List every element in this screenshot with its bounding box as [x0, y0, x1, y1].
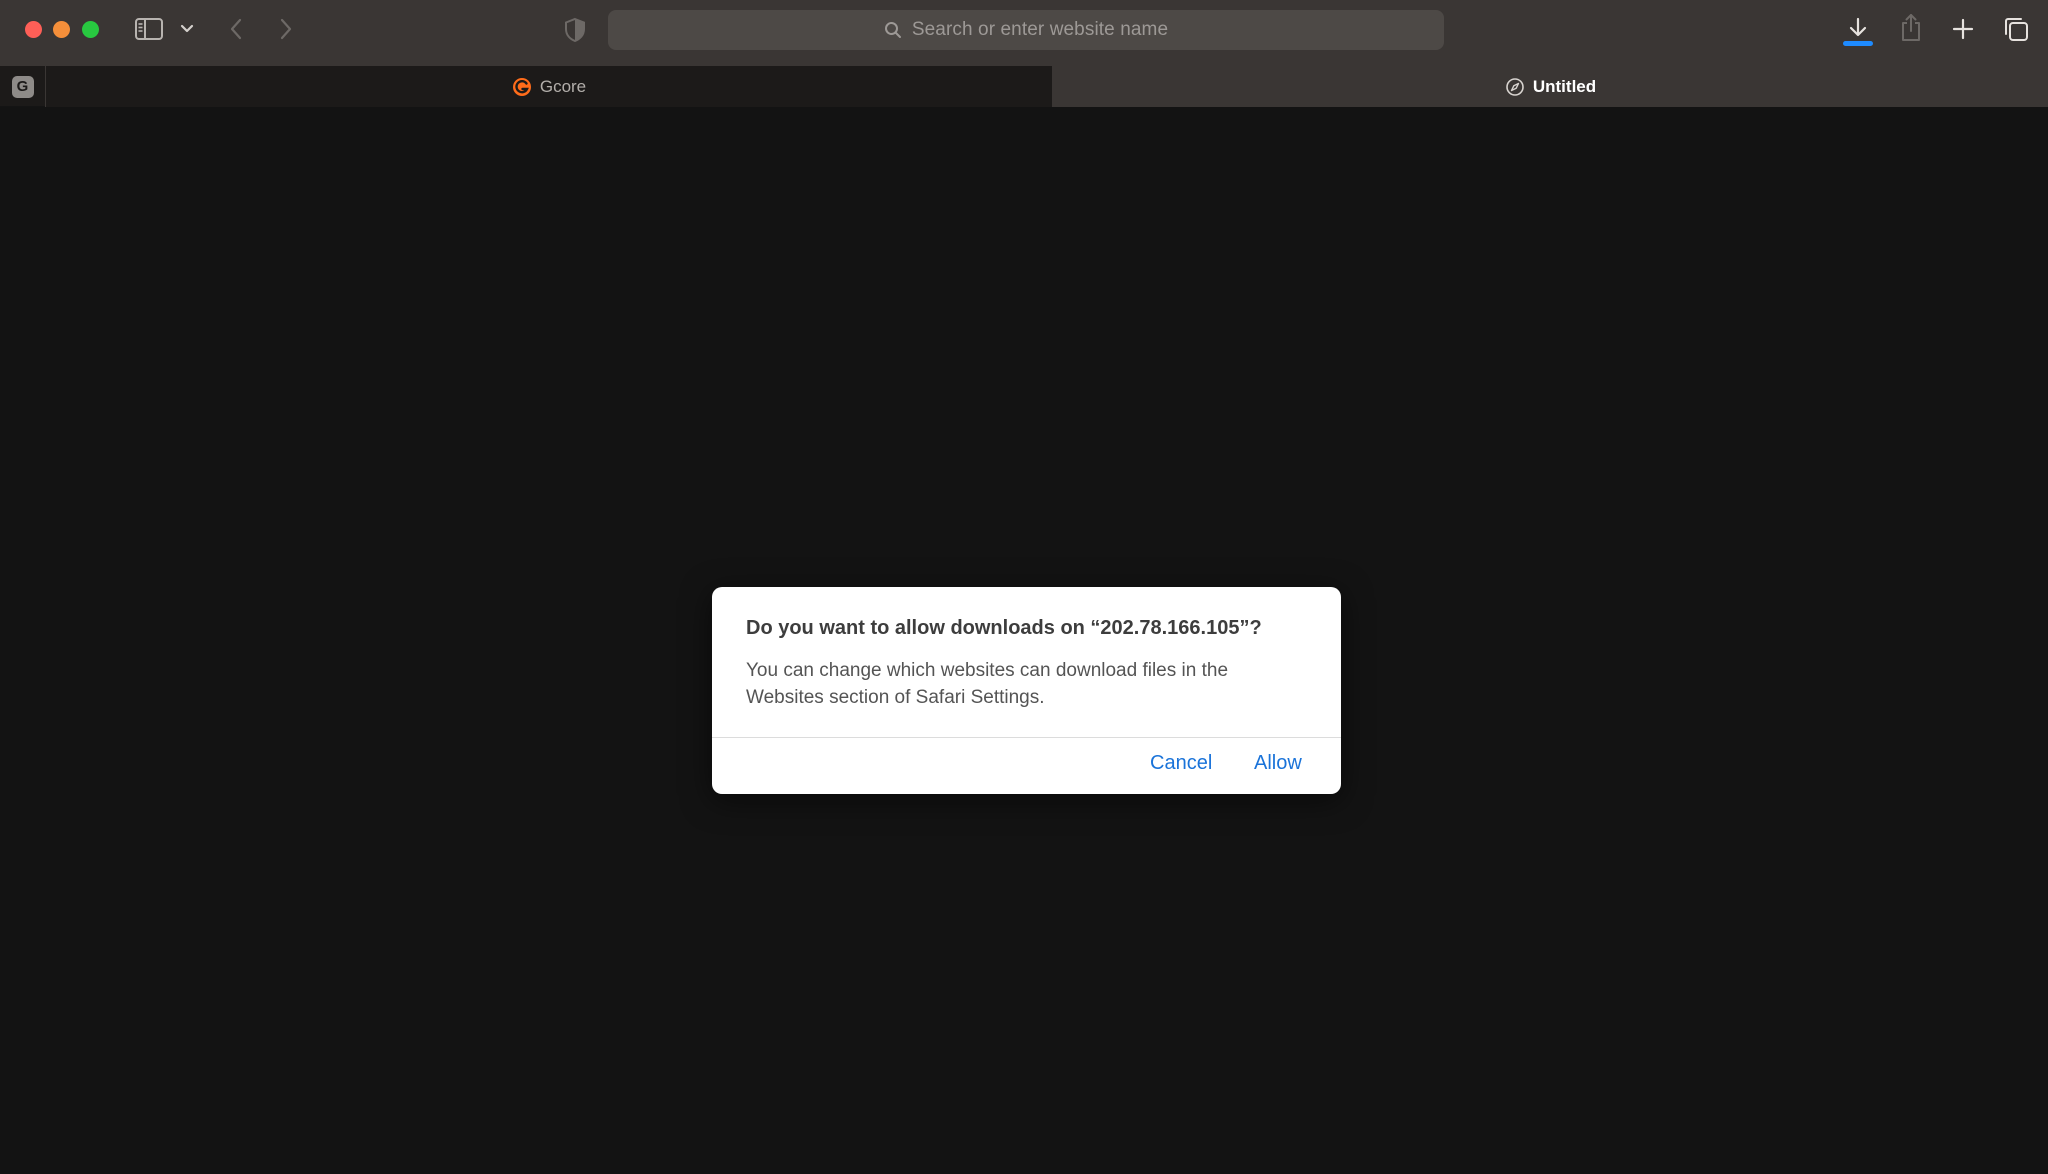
browser-window: Search or enter website name G Gcore Unt… — [0, 0, 2048, 1174]
web-content-area: Do you want to allow downloads on “202.7… — [0, 107, 2048, 1174]
privacy-report-button[interactable] — [562, 15, 588, 45]
download-icon — [1849, 17, 1867, 37]
address-bar-placeholder: Search or enter website name — [911, 19, 1169, 40]
download-permission-dialog: Do you want to allow downloads on “202.7… — [712, 587, 1341, 794]
tab-label: Gcore — [539, 76, 587, 96]
dialog-title: Do you want to allow downloads on “202.7… — [746, 617, 1262, 639]
new-tab-button[interactable] — [1949, 14, 1977, 44]
download-progress-bar — [1843, 41, 1873, 46]
forward-button[interactable] — [274, 14, 298, 44]
compass-icon — [1506, 77, 1524, 96]
share-button[interactable] — [1896, 12, 1926, 44]
allow-button[interactable]: Allow — [1254, 752, 1302, 775]
minimize-window-button[interactable] — [53, 21, 70, 38]
chevron-down-icon — [180, 24, 194, 33]
tab-overview-icon — [2005, 18, 2028, 41]
tab-gcore[interactable]: Gcore — [46, 66, 1053, 107]
pinned-tab[interactable]: G — [0, 66, 46, 107]
sidebar-toggle-button[interactable] — [133, 16, 165, 42]
chevron-right-icon — [280, 18, 292, 40]
close-window-button[interactable] — [25, 21, 42, 38]
address-bar[interactable]: Search or enter website name — [608, 10, 1444, 50]
chevron-left-icon — [230, 18, 242, 40]
gcore-favicon-icon — [512, 77, 531, 96]
share-icon — [1902, 14, 1920, 41]
plus-icon — [1952, 18, 1974, 40]
sidebar-icon — [135, 18, 163, 40]
back-button[interactable] — [224, 14, 248, 44]
tab-bar: G Gcore Untitled — [0, 66, 2048, 107]
pinned-tab-badge: G — [11, 75, 34, 98]
sidebar-menu-chevron-button[interactable] — [178, 19, 196, 39]
shield-icon — [565, 17, 585, 43]
dialog-message: You can change which websites can downlo… — [746, 660, 1229, 708]
cancel-button[interactable]: Cancel — [1150, 752, 1212, 775]
tab-label: Untitled — [1532, 76, 1597, 96]
maximize-window-button[interactable] — [82, 21, 99, 38]
toolbar: Search or enter website name — [0, 0, 2048, 66]
dialog-divider — [712, 737, 1341, 738]
search-icon — [884, 22, 901, 38]
tab-untitled[interactable]: Untitled — [1053, 66, 2048, 107]
tab-overview-button[interactable] — [2001, 14, 2031, 44]
